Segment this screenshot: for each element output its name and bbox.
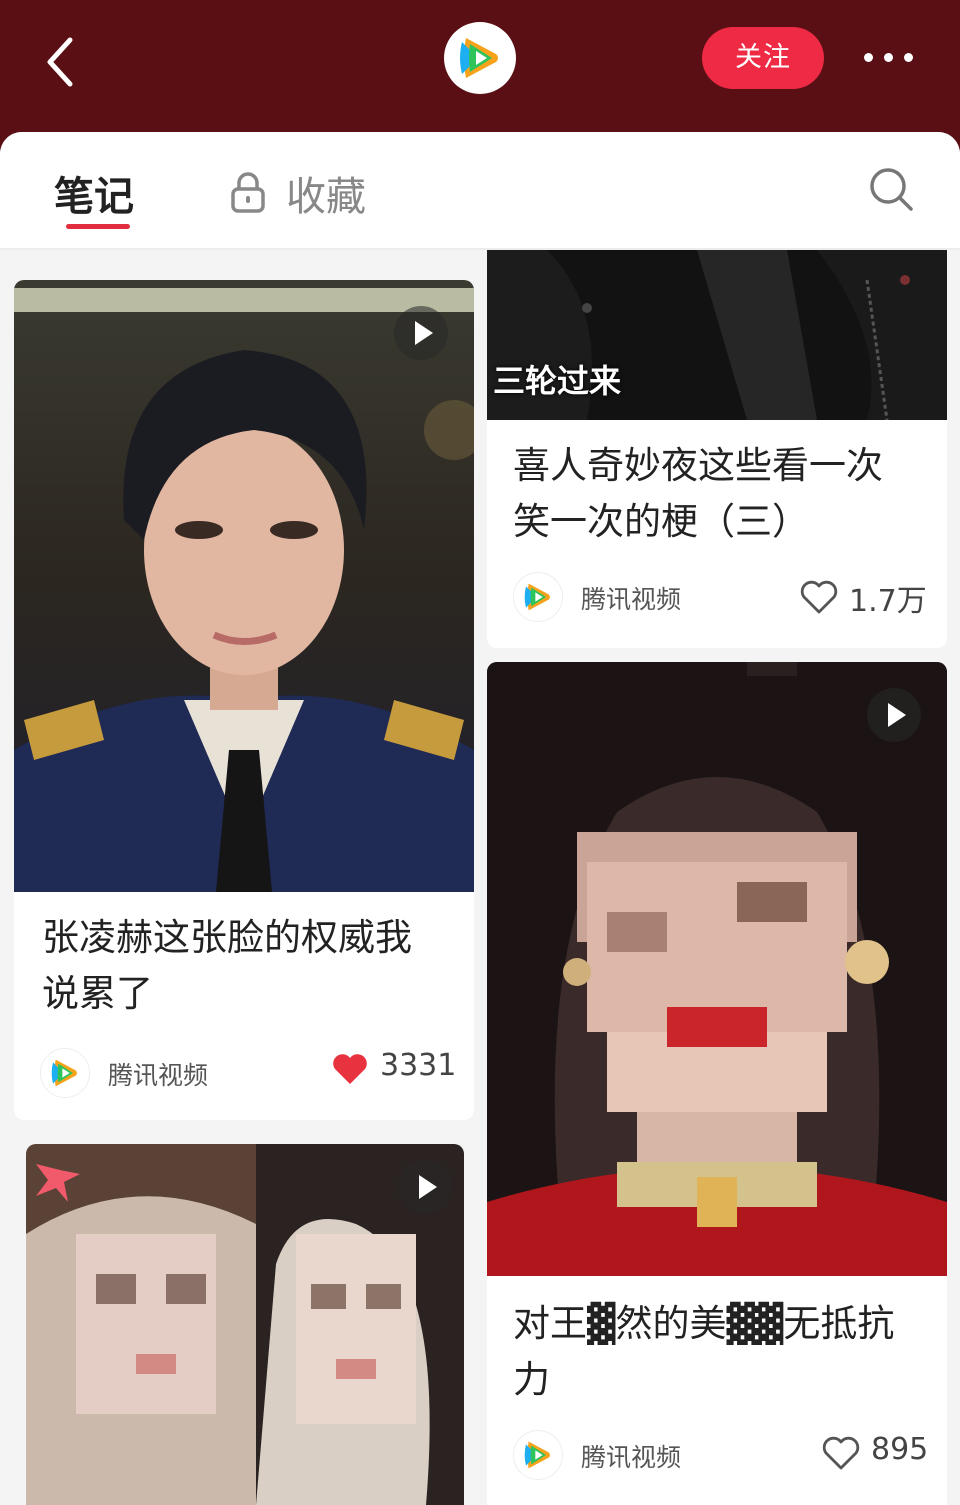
- more-options-button[interactable]: [856, 40, 920, 76]
- note-thumbnail: [487, 662, 947, 1276]
- like-count: 895: [871, 1432, 929, 1467]
- video-play-badge: [394, 306, 448, 360]
- heart-outline-icon[interactable]: [821, 1435, 861, 1471]
- note-thumbnail: 三轮过来: [487, 250, 947, 420]
- note-thumbnail: [26, 1144, 464, 1505]
- author-avatar[interactable]: [40, 1048, 90, 1098]
- search-button[interactable]: [866, 164, 916, 214]
- search-icon: [870, 168, 913, 211]
- tencent-video-logo: [51, 1059, 77, 1087]
- author-name[interactable]: 腾讯视频: [581, 1438, 681, 1474]
- like-count: 3331: [380, 1048, 457, 1083]
- follow-button[interactable]: 关注: [702, 27, 824, 89]
- note-card[interactable]: 对王▓然的美▓▓无抵抗 力 腾讯视频 895: [487, 662, 947, 1505]
- note-card[interactable]: 三轮过来 喜人奇妙夜这些看一次 笑一次的梗（三） 腾讯视频 1.7万: [487, 250, 947, 648]
- video-play-badge: [398, 1160, 452, 1214]
- more-dots-icon: [864, 53, 873, 62]
- note-title: 张凌赫这张脸的权威我 说累了: [42, 916, 412, 1015]
- author-name[interactable]: 腾讯视频: [581, 580, 681, 616]
- video-play-badge: [867, 688, 921, 742]
- tab-favorites-label: 收藏: [286, 174, 366, 220]
- tab-notes[interactable]: 笔记: [54, 164, 134, 222]
- tencent-video-logo: [524, 1441, 550, 1469]
- like-count: 1.7万: [849, 584, 927, 619]
- back-chevron-icon: [47, 37, 73, 87]
- author-avatar[interactable]: [513, 572, 563, 622]
- active-tab-indicator: [66, 224, 130, 229]
- note-card[interactable]: [26, 1144, 464, 1505]
- play-icon: [419, 1175, 437, 1199]
- note-title: 喜人奇妙夜这些看一次 笑一次的梗（三）: [513, 444, 883, 543]
- tab-bar: 笔记 收藏: [0, 132, 960, 250]
- tencent-video-logo: [460, 38, 498, 78]
- author-avatar[interactable]: [513, 1430, 563, 1480]
- account-avatar[interactable]: [444, 22, 516, 94]
- lock-icon: [231, 172, 265, 213]
- content-sheet: 笔记 收藏 三轮过来 喜人奇妙夜这些看一次 笑一次的梗（三） 腾讯视频 1.7万…: [0, 132, 960, 1505]
- note-title: 对王▓然的美▓▓无抵抗 力: [513, 1302, 895, 1401]
- note-thumbnail: [14, 280, 474, 892]
- top-bar: 关注: [0, 0, 960, 140]
- heart-outline-icon[interactable]: [799, 579, 839, 615]
- play-icon: [888, 703, 906, 727]
- back-button[interactable]: [38, 30, 88, 94]
- heart-filled-icon[interactable]: [330, 1051, 370, 1087]
- tencent-video-logo: [524, 583, 550, 611]
- play-icon: [415, 321, 433, 345]
- author-name[interactable]: 腾讯视频: [108, 1056, 208, 1092]
- image-caption: 三轮过来: [493, 362, 622, 400]
- note-card[interactable]: 张凌赫这张脸的权威我 说累了 腾讯视频 3331: [14, 280, 474, 1120]
